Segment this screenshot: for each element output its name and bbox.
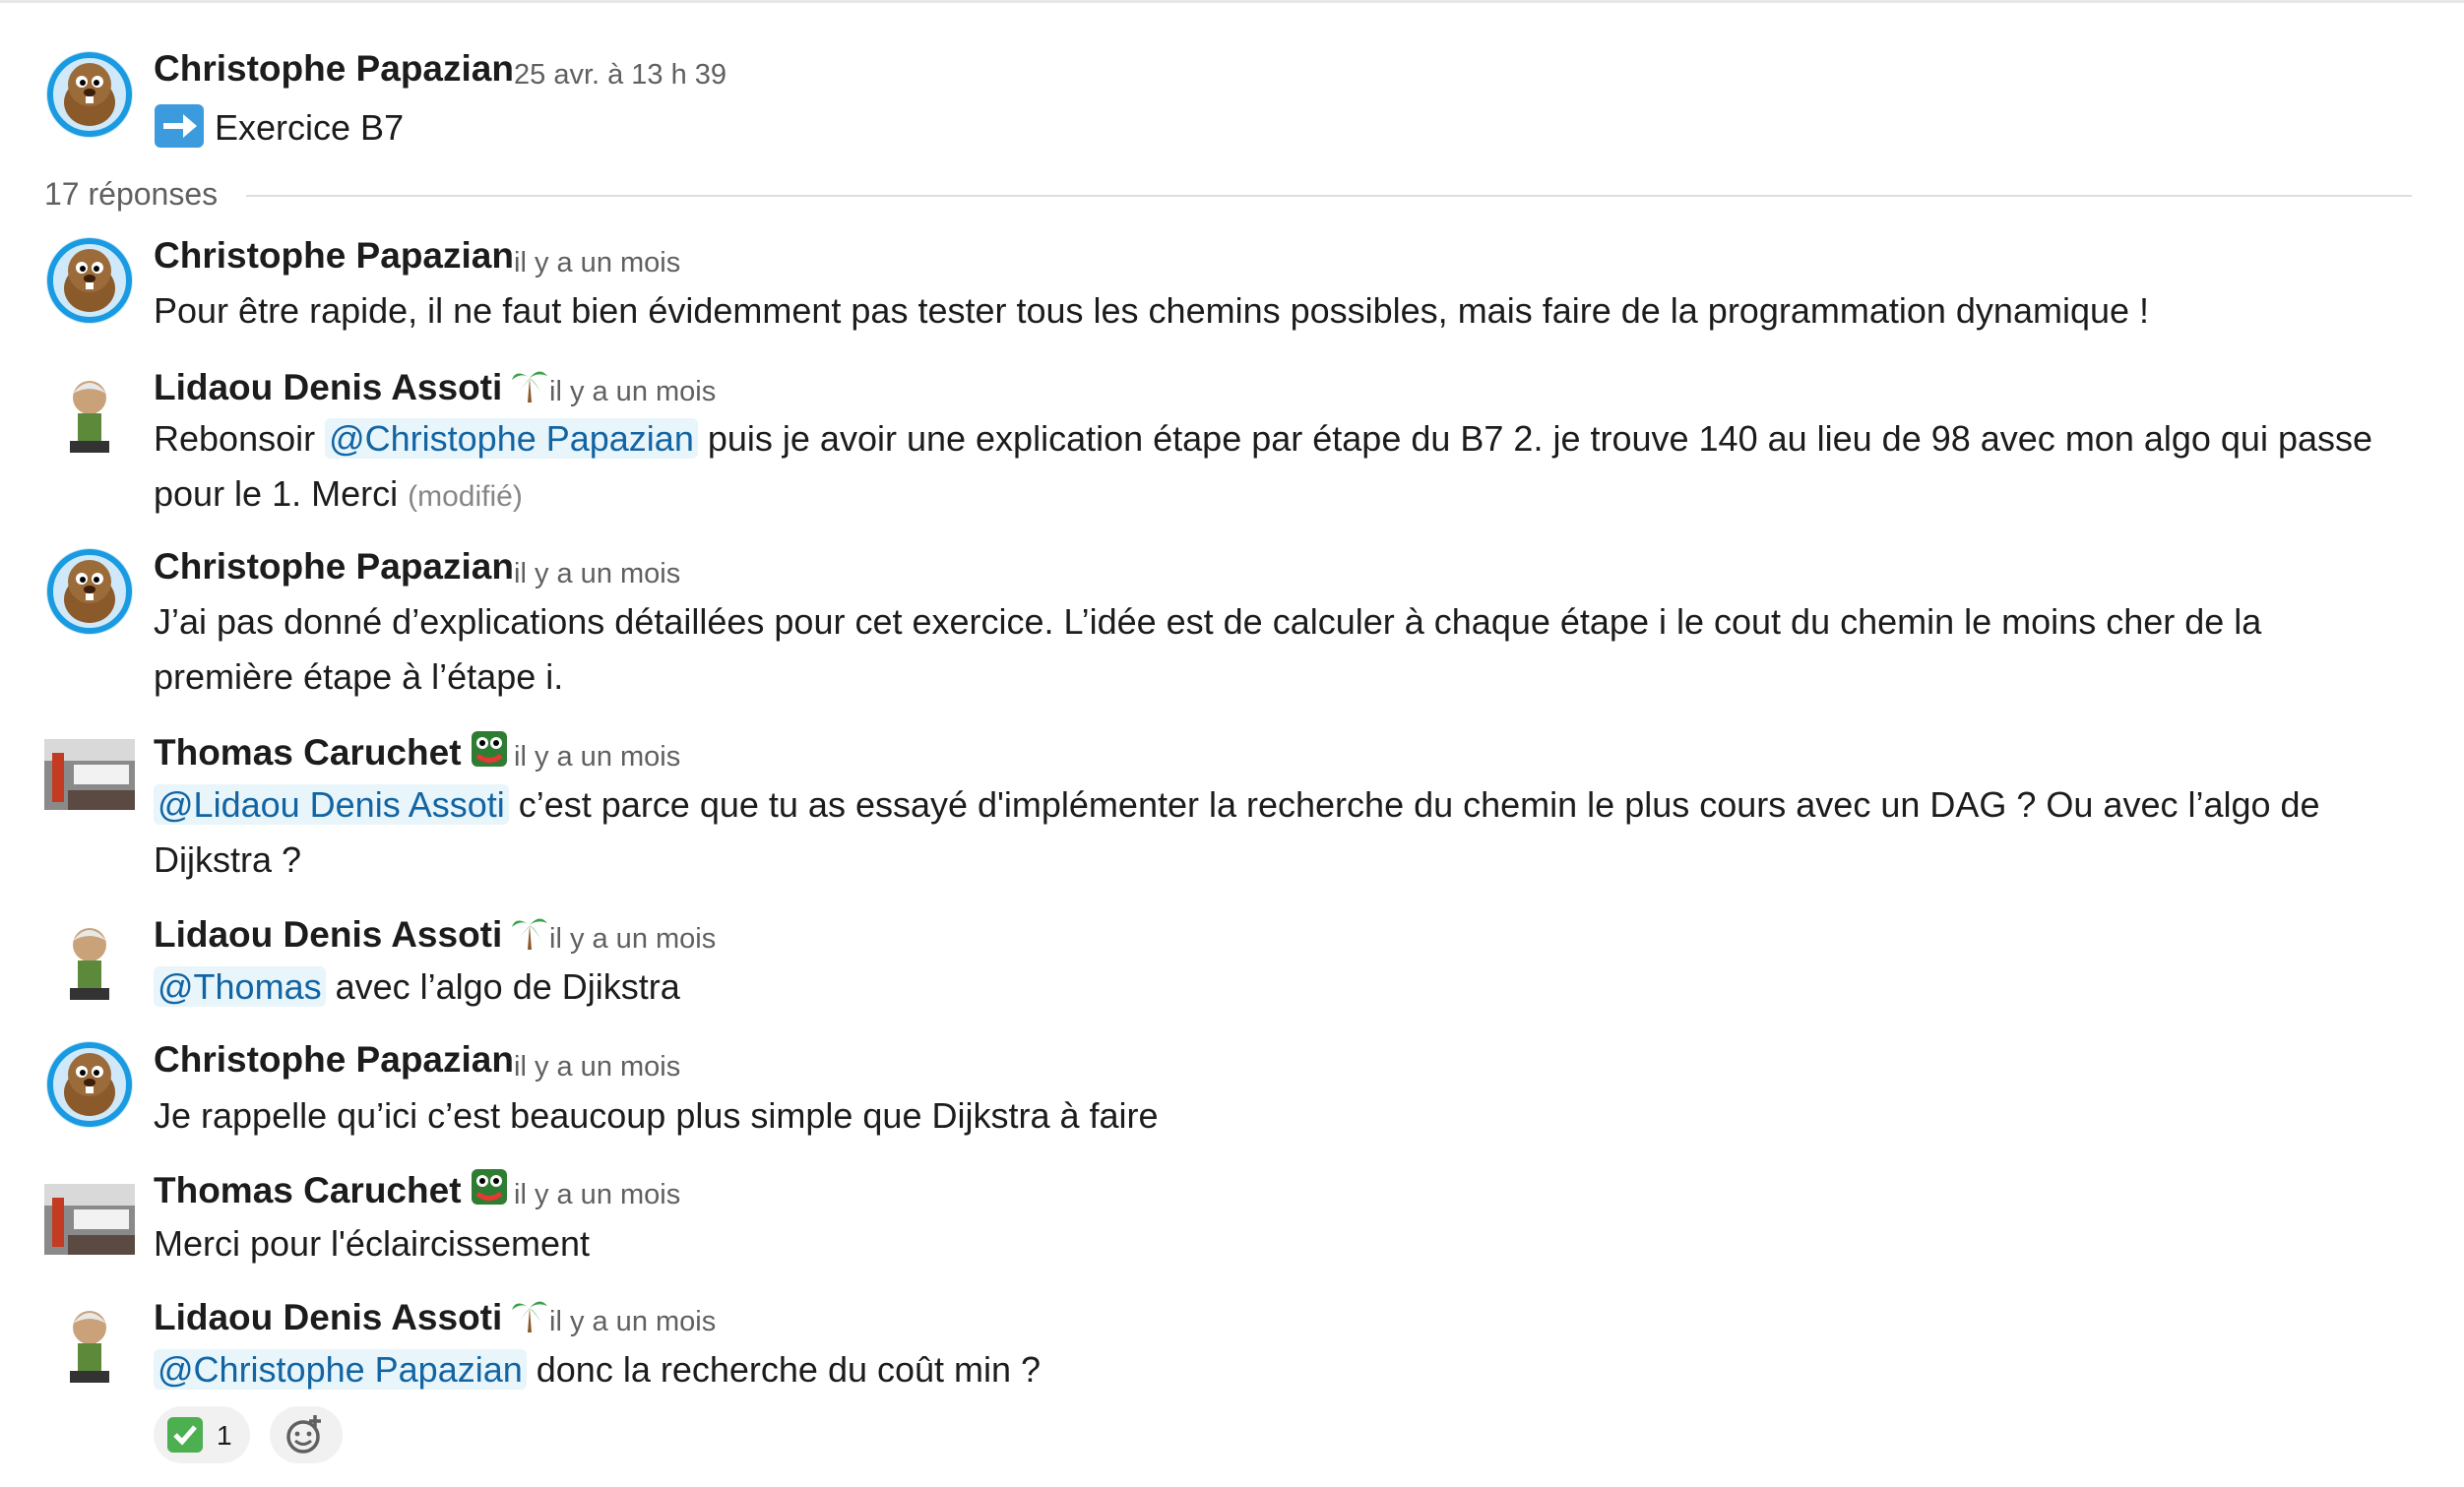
user-mention[interactable]: @Christophe Papazian (325, 418, 698, 459)
message-author[interactable]: Thomas Caruchet (154, 1167, 509, 1211)
palm-tree-icon (512, 918, 548, 950)
beaver-avatar[interactable] (44, 1039, 135, 1130)
message-timestamp[interactable]: il y a un mois (549, 1306, 716, 1338)
thread-view: Christophe Papazian 25 avr. à 13 h 39 Ex… (0, 0, 2464, 1487)
message-text: Merci pour l'éclaircissement (154, 1223, 591, 1264)
message-timestamp[interactable]: il y a un mois (514, 741, 680, 774)
arrow-right-emoji-icon (155, 104, 204, 148)
message-text: Rebonsoir @Christophe Papazian puis je a… (154, 418, 2373, 459)
user-mention[interactable]: @Lidaou Denis Assoti (154, 784, 509, 825)
message-text: @Christophe Papazian donc la recherche d… (154, 1349, 1041, 1391)
message-timestamp[interactable]: il y a un mois (549, 923, 716, 956)
message-author[interactable]: Thomas Caruchet (154, 729, 509, 774)
message-text: @Thomas avec l’algo de Djikstra (154, 966, 680, 1008)
message-text: Je rappelle qu’ici c’est beaucoup plus s… (154, 1095, 1159, 1136)
message-timestamp[interactable]: il y a un mois (514, 558, 680, 590)
user-mention[interactable]: @Christophe Papazian (154, 1349, 527, 1390)
palm-tree-icon (512, 371, 548, 403)
reaction-pill[interactable]: 1 (154, 1406, 250, 1463)
message-author[interactable]: Christophe Papazian (154, 546, 514, 588)
user-avatar[interactable] (44, 739, 135, 810)
white-check-mark-icon (167, 1417, 203, 1453)
message-author[interactable]: Lidaou Denis Assoti (154, 364, 549, 408)
add-reaction-button[interactable] (270, 1406, 343, 1463)
message-timestamp[interactable]: il y a un mois (514, 247, 680, 279)
edited-label: (modifié) (408, 480, 523, 513)
user-avatar[interactable] (44, 1300, 135, 1391)
message-timestamp[interactable]: il y a un mois (549, 376, 716, 408)
message-author[interactable]: Lidaou Denis Assoti (154, 1294, 549, 1338)
message-text: pour le 1. Merci (modifié) (154, 473, 523, 514)
beaver-avatar[interactable] (44, 546, 135, 637)
palm-tree-icon (512, 1301, 548, 1332)
frog-icon (471, 1169, 507, 1205)
add-emoji-icon (286, 1415, 321, 1454)
message-text: première étape à l’étape i. (154, 656, 564, 697)
user-avatar[interactable] (44, 917, 135, 1008)
message-author[interactable]: Lidaou Denis Assoti (154, 911, 549, 956)
message-author[interactable]: Christophe Papazian (154, 235, 514, 277)
message-text-content: Exercice B7 (215, 107, 405, 148)
frog-icon (471, 731, 507, 767)
beaver-avatar[interactable] (44, 49, 135, 140)
user-avatar[interactable] (44, 370, 135, 461)
message-timestamp[interactable]: il y a un mois (514, 1051, 680, 1084)
message-text: Dijkstra ? (154, 839, 302, 880)
replies-divider (246, 195, 2412, 197)
message-author[interactable]: Christophe Papazian (154, 1039, 514, 1081)
message-timestamp[interactable]: il y a un mois (514, 1179, 680, 1211)
user-avatar[interactable] (44, 1184, 135, 1255)
replies-count[interactable]: 17 réponses (44, 176, 218, 213)
reaction-count: 1 (217, 1420, 232, 1451)
message-text: @Lidaou Denis Assoti c’est parce que tu … (154, 784, 2320, 826)
user-mention[interactable]: @Thomas (154, 966, 326, 1007)
message-text: Exercice B7 (154, 103, 404, 149)
message-text: Pour être rapide, il ne faut bien évidem… (154, 290, 2150, 331)
message-text: J’ai pas donné d’explications détaillées… (154, 601, 2262, 642)
message-timestamp[interactable]: 25 avr. à 13 h 39 (514, 59, 727, 92)
message-author[interactable]: Christophe Papazian (154, 48, 514, 90)
beaver-avatar[interactable] (44, 235, 135, 326)
